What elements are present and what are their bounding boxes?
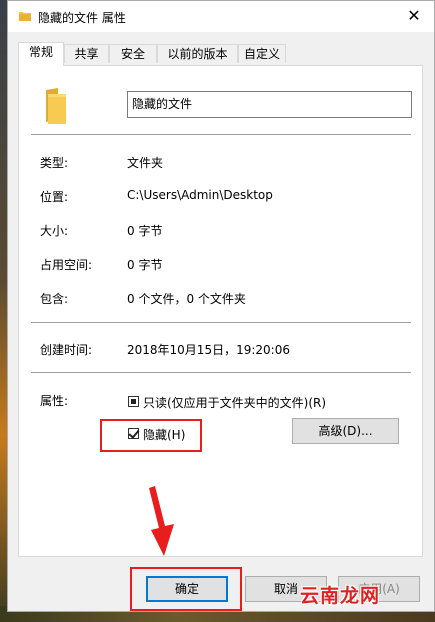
window-title: 隐藏的文件 属性 [38, 11, 126, 25]
separator [31, 134, 411, 135]
watermark: 云南龙网 [300, 585, 381, 607]
location-value: C:\Users\Admin\Desktop [127, 188, 273, 202]
ok-button[interactable]: 确定 [146, 576, 228, 602]
folder-icon [19, 12, 31, 21]
hidden-label[interactable]: 隐藏(H) [143, 426, 185, 443]
created-value: 2018年10月15日，19:20:06 [127, 343, 290, 357]
title-bar: 隐藏的文件 属性 ✕ [8, 1, 434, 32]
tab-security[interactable]: 安全 [109, 44, 157, 63]
readonly-label[interactable]: 只读(仅应用于文件夹中的文件)(R) [143, 394, 326, 411]
tab-previous-versions[interactable]: 以前的版本 [157, 44, 238, 63]
contains-label: 包含: [40, 292, 69, 306]
size-on-disk-label: 占用空间: [40, 258, 93, 272]
general-panel: 隐藏的文件 类型: 文件夹 位置: C:\Users\Admin\Desktop… [18, 65, 423, 557]
contains-value: 0 个文件，0 个文件夹 [127, 292, 246, 306]
size-value: 0 字节 [127, 224, 163, 238]
separator [31, 372, 411, 373]
folder-icon [46, 88, 66, 124]
type-value: 文件夹 [127, 156, 164, 170]
hidden-checkbox[interactable] [128, 428, 139, 439]
advanced-button[interactable]: 高级(D)... [292, 418, 399, 444]
close-icon[interactable]: ✕ [402, 5, 426, 27]
tab-general[interactable]: 常规 [18, 42, 64, 66]
type-label: 类型: [40, 156, 69, 170]
attributes-label: 属性: [40, 394, 69, 408]
separator [31, 322, 411, 323]
location-label: 位置: [40, 190, 69, 204]
size-on-disk-value: 0 字节 [127, 258, 163, 272]
folder-name-field[interactable]: 隐藏的文件 [127, 91, 412, 118]
tab-sharing[interactable]: 共享 [64, 44, 109, 63]
tab-customize[interactable]: 自定义 [238, 44, 286, 63]
readonly-checkbox[interactable] [128, 396, 139, 407]
pointer-arrow-icon [149, 486, 174, 556]
size-label: 大小: [40, 224, 69, 238]
created-label: 创建时间: [40, 343, 93, 357]
properties-dialog: 隐藏的文件 属性 ✕ 常规 共享 安全 以前的版本 自定义 隐藏的文件 类型: … [7, 0, 435, 612]
